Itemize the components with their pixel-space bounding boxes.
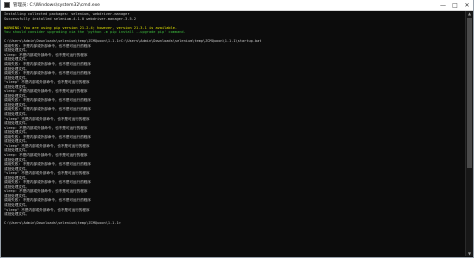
window-title: 管理员: C:\Windows\system32\cmd.exe	[13, 3, 100, 8]
scroll-up-icon[interactable]: ▲	[467, 11, 472, 16]
scrollbar-thumb[interactable]	[467, 18, 472, 168]
console-line: C:\Users\Admin\Downloads\selenium\temp\Z…	[4, 221, 121, 226]
minimize-button[interactable]: —	[437, 0, 449, 10]
close-button[interactable]: ✕	[461, 0, 473, 10]
console-output[interactable]: Installing collected packages: selenium,…	[4, 12, 465, 255]
title-bar[interactable]: 管理员: C:\Windows\system32\cmd.exe — □ ✕	[1, 0, 473, 11]
cmd-icon	[4, 2, 10, 8]
vertical-scrollbar[interactable]: ▲ ▼	[465, 11, 473, 256]
cmd-window: 管理员: C:\Windows\system32\cmd.exe — □ ✕ I…	[0, 0, 474, 258]
scroll-down-icon[interactable]: ▼	[467, 251, 472, 256]
maximize-button[interactable]: □	[449, 0, 461, 10]
